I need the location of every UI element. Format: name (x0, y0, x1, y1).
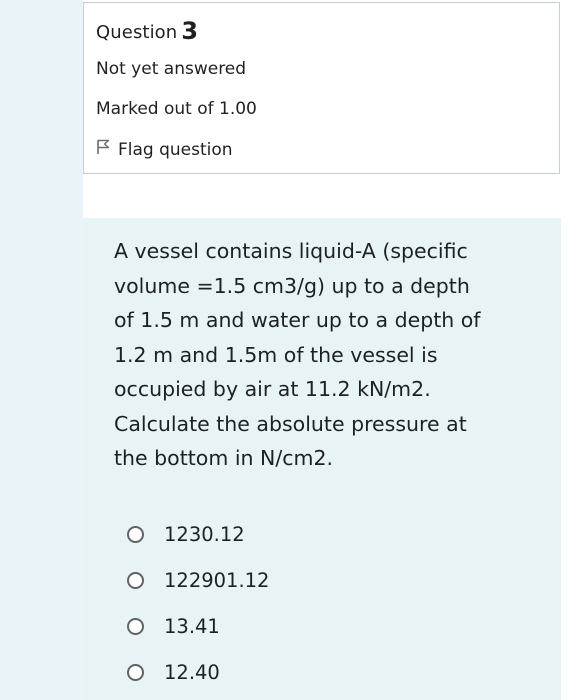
answer-label: 12.40 (164, 660, 220, 684)
left-gutter (0, 0, 83, 700)
question-text: A vessel contains liquid-A (specific vol… (114, 239, 481, 470)
radio-unchecked-icon[interactable] (127, 571, 144, 589)
radio-unchecked-icon[interactable] (127, 525, 144, 543)
radio-unchecked-icon[interactable] (127, 663, 144, 681)
answer-options: 1230.12 122901.12 13.41 12.40 (127, 511, 269, 695)
question-number-value: 3 (181, 17, 199, 45)
question-info-panel: Question 3 Not yet answered Marked out of… (83, 2, 560, 174)
flag-question-label: Flag question (118, 139, 233, 160)
answer-option[interactable]: 12.40 (127, 649, 269, 695)
answer-label: 13.41 (164, 614, 220, 638)
answer-label: 122901.12 (164, 568, 270, 592)
question-label: Question (96, 22, 178, 43)
flag-icon (96, 139, 118, 160)
flag-question-button[interactable]: Flag question (96, 139, 233, 160)
answer-label: 1230.12 (164, 522, 245, 546)
question-number: Question 3 (96, 17, 198, 45)
radio-unchecked-icon[interactable] (127, 617, 144, 635)
question-state: Not yet answered (96, 59, 247, 79)
question-content: A vessel contains liquid-A (specific vol… (83, 218, 561, 700)
answer-option[interactable]: 13.41 (127, 603, 269, 649)
answer-option[interactable]: 122901.12 (127, 557, 269, 603)
question-grade: Marked out of 1.00 (96, 99, 257, 119)
answer-option[interactable]: 1230.12 (127, 511, 269, 557)
